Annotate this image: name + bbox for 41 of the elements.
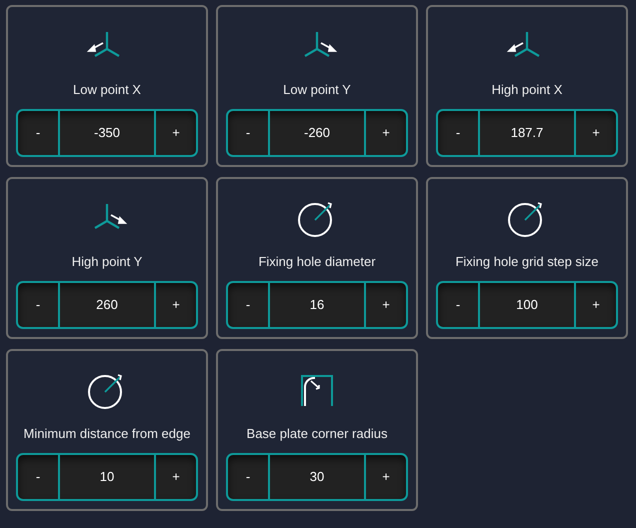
setting-label: Fixing hole grid step size [455, 253, 599, 272]
increment-button[interactable]: + [364, 454, 406, 499]
number-stepper[interactable]: - 30 + [226, 452, 408, 501]
setting-label: Base plate corner radius [246, 425, 388, 444]
decrement-button[interactable]: - [438, 110, 480, 155]
increment-button[interactable]: + [154, 282, 196, 327]
setting-label: Minimum distance from edge [24, 425, 190, 444]
number-stepper[interactable]: - 260 + [16, 280, 198, 329]
value-input[interactable]: -350 [60, 110, 154, 155]
setting-label: Fixing hole diameter [258, 253, 376, 272]
number-stepper[interactable]: - 100 + [436, 280, 618, 329]
number-stepper[interactable]: - -350 + [16, 108, 198, 157]
decrement-button[interactable]: - [228, 282, 270, 327]
corner-radius-icon [299, 372, 335, 407]
decrement-button[interactable]: - [228, 110, 270, 155]
number-stepper[interactable]: - -260 + [226, 108, 408, 157]
increment-button[interactable]: + [574, 110, 616, 155]
decrement-button[interactable]: - [438, 282, 480, 327]
increment-button[interactable]: + [364, 110, 406, 155]
value-input[interactable]: 100 [480, 282, 574, 327]
value-input[interactable]: -260 [270, 110, 364, 155]
value-input[interactable]: 260 [60, 282, 154, 327]
setting-label: High point X [492, 81, 562, 100]
decrement-button[interactable]: - [18, 454, 60, 499]
value-input[interactable]: 187.7 [480, 110, 574, 155]
value-input[interactable]: 30 [270, 454, 364, 499]
increment-button[interactable]: + [154, 110, 196, 155]
value-input[interactable]: 10 [60, 454, 154, 499]
increment-button[interactable]: + [154, 454, 196, 499]
value-input[interactable]: 16 [270, 282, 364, 327]
number-stepper[interactable]: - 16 + [226, 280, 408, 329]
setting-label: High point Y [72, 253, 142, 272]
decrement-button[interactable]: - [18, 110, 60, 155]
setting-label: Low point Y [283, 81, 351, 100]
setting-label: Low point X [73, 81, 141, 100]
number-stepper[interactable]: - 10 + [16, 452, 198, 501]
increment-button[interactable]: + [574, 282, 616, 327]
decrement-button[interactable]: - [228, 454, 270, 499]
increment-button[interactable]: + [364, 282, 406, 327]
decrement-button[interactable]: - [18, 282, 60, 327]
number-stepper[interactable]: - 187.7 + [436, 108, 618, 157]
